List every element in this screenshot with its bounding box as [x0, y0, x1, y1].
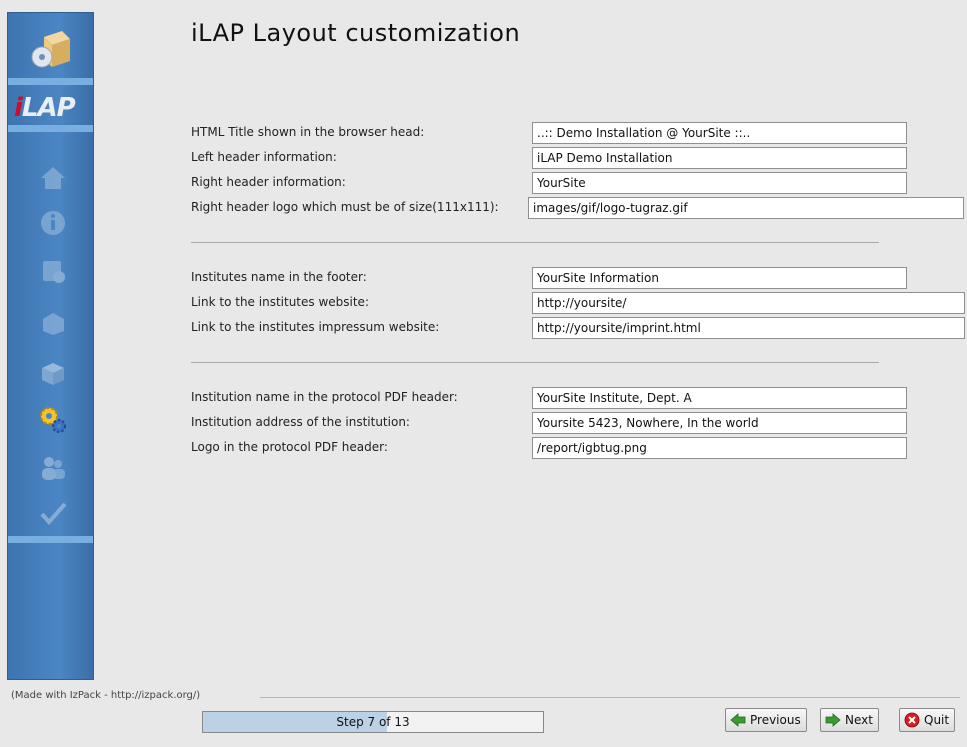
box-icon	[42, 363, 64, 385]
info-icon	[41, 211, 65, 235]
quit-label: Quit	[924, 713, 950, 727]
html-title-label: HTML Title shown in the browser head:	[191, 125, 425, 139]
impressum-label: Link to the institutes impressum website…	[191, 320, 440, 334]
gears-icon	[40, 407, 66, 433]
close-icon	[904, 712, 920, 728]
pdf-address-label: Institution address of the institution:	[191, 415, 410, 429]
right-logo-label: Right header logo which must be of size(…	[191, 200, 499, 214]
footer-name-label: Institutes name in the footer:	[191, 270, 367, 284]
right-header-field[interactable]: YourSite	[532, 172, 907, 194]
section-divider	[191, 362, 879, 363]
website-field[interactable]: http://yoursite/	[532, 292, 965, 314]
previous-button[interactable]: Previous	[725, 708, 807, 732]
step-progress-bar: Step 7 of 13	[202, 711, 544, 733]
made-with-izpack: (Made with IzPack - http://izpack.org/)	[11, 690, 201, 701]
home-icon	[41, 167, 65, 189]
users-icon	[42, 457, 65, 480]
next-button[interactable]: Next	[820, 708, 879, 732]
right-logo-field[interactable]: images/gif/logo-tugraz.gif	[528, 197, 964, 219]
progress-text: Step 7 of 13	[336, 715, 410, 729]
website-label: Link to the institutes website:	[191, 295, 369, 309]
install-box-icon	[31, 31, 70, 68]
impressum-field[interactable]: http://yoursite/imprint.html	[532, 317, 965, 339]
previous-label: Previous	[750, 713, 801, 727]
left-header-field[interactable]: iLAP Demo Installation	[532, 147, 907, 169]
html-title-field[interactable]: ..:: Demo Installation @ YourSite ::..	[532, 122, 907, 144]
quit-button[interactable]: Quit	[899, 708, 956, 732]
packages-icon	[43, 313, 64, 335]
pdf-logo-label: Logo in the protocol PDF header:	[191, 440, 388, 454]
installer-sidebar: iLAP	[7, 12, 94, 680]
footer-name-field[interactable]: YourSite Information	[532, 267, 907, 289]
section-divider	[191, 242, 879, 243]
license-icon	[43, 261, 65, 283]
left-header-label: Left header information:	[191, 150, 337, 164]
arrow-right-icon	[825, 713, 841, 727]
right-header-label: Right header information:	[191, 175, 346, 189]
next-label: Next	[845, 713, 873, 727]
pdf-institution-label: Institution name in the protocol PDF hea…	[191, 390, 458, 404]
pdf-institution-field[interactable]: YourSite Institute, Dept. A	[532, 387, 907, 409]
arrow-left-icon	[730, 713, 746, 727]
ilap-logo: iLAP	[14, 93, 76, 123]
footer-divider	[260, 697, 960, 698]
pdf-address-field[interactable]: Yoursite 5423, Nowhere, In the world	[532, 412, 907, 434]
pdf-logo-field[interactable]: /report/igbtug.png	[532, 437, 907, 459]
checkmark-icon	[40, 502, 67, 526]
page-title: iLAP Layout customization	[191, 19, 521, 47]
